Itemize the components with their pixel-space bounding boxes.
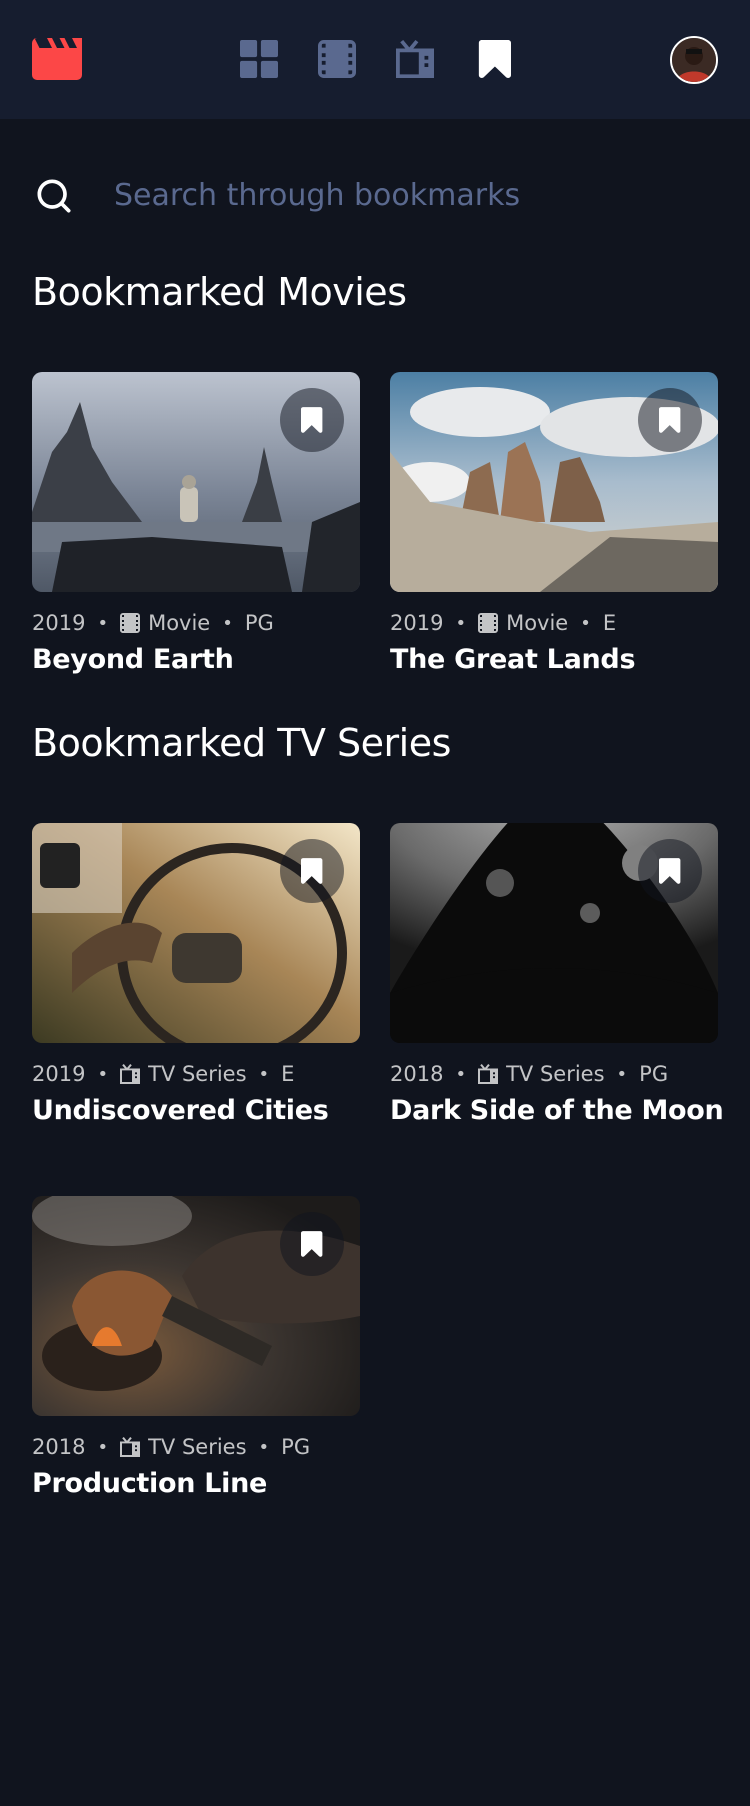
card-rating: PG (244, 611, 274, 635)
card-category: Movie (148, 611, 211, 635)
separator-dot: • (222, 612, 233, 634)
card-year: 2019 (390, 611, 444, 635)
bookmark-toggle-button[interactable] (280, 388, 344, 452)
card-rating: E (281, 1062, 295, 1086)
card-year: 2019 (32, 611, 86, 635)
card-meta: 2018 • TV Series • PG (32, 1434, 360, 1460)
bookmark-toggle-button[interactable] (638, 388, 702, 452)
card-meta: 2019 • Movie • E (390, 610, 718, 636)
top-nav-bar (0, 0, 750, 119)
film-category-icon (120, 613, 141, 633)
card-title[interactable]: Production Line (32, 1468, 360, 1499)
separator-dot: • (616, 1063, 628, 1085)
card-rating: PG (639, 1062, 669, 1086)
film-category-icon (478, 613, 499, 633)
tv-category-icon (120, 1064, 141, 1084)
separator-dot: • (97, 1063, 109, 1085)
separator-dot: • (97, 1436, 109, 1458)
media-card[interactable]: 2019 • TV Series • E Undiscovered Cities (32, 823, 360, 1126)
media-card[interactable]: 2018 • TV Series • PG Production Line (32, 1196, 360, 1499)
media-card[interactable]: 2019 • Movie • PG Beyond Earth (32, 372, 360, 675)
thumbnail[interactable] (390, 823, 718, 1043)
tv-icon[interactable] (396, 40, 434, 78)
card-year: 2018 (32, 1435, 86, 1459)
thumbnail[interactable] (32, 372, 360, 592)
tv-category-icon (478, 1064, 499, 1084)
search-bar (32, 164, 718, 224)
separator-dot: • (455, 1063, 467, 1085)
user-avatar[interactable] (670, 36, 718, 84)
separator-dot: • (580, 612, 591, 634)
bookmark-filled-icon (301, 858, 323, 884)
bookmark-filled-icon (301, 1231, 323, 1257)
separator-dot: • (258, 1436, 270, 1458)
film-icon[interactable] (318, 40, 356, 78)
card-title[interactable]: Dark Side of the Moon (390, 1095, 724, 1126)
search-input[interactable] (112, 168, 716, 222)
card-rating: E (602, 611, 617, 635)
section-title-tv-series: Bookmarked TV Series (32, 721, 451, 765)
card-category: Movie (506, 611, 569, 635)
card-title[interactable]: The Great Lands (390, 644, 718, 675)
thumbnail[interactable] (32, 1196, 360, 1416)
card-year: 2019 (32, 1062, 86, 1086)
section-title-movies: Bookmarked Movies (32, 270, 407, 314)
media-card[interactable]: 2018 • TV Series • PG Dark Side of the M… (390, 823, 724, 1126)
card-title[interactable]: Beyond Earth (32, 644, 360, 675)
grid-icon[interactable] (240, 40, 278, 78)
bookmark-filled-icon (659, 407, 681, 433)
separator-dot: • (455, 612, 467, 634)
bookmark-toggle-button[interactable] (638, 839, 702, 903)
tv-category-icon (120, 1437, 141, 1457)
search-icon (37, 179, 71, 213)
card-year: 2018 (390, 1062, 444, 1086)
card-category: TV Series (506, 1062, 605, 1086)
movie-logo-icon[interactable] (32, 38, 82, 80)
card-meta: 2019 • Movie • PG (32, 610, 360, 636)
card-title[interactable]: Undiscovered Cities (32, 1095, 360, 1126)
bookmark-filled-icon (659, 858, 681, 884)
bookmark-toggle-button[interactable] (280, 1212, 344, 1276)
card-rating: PG (281, 1435, 311, 1459)
separator-dot: • (258, 1063, 270, 1085)
card-meta: 2018 • TV Series • PG (390, 1061, 718, 1087)
card-category: TV Series (148, 1435, 247, 1459)
bookmark-nav-icon[interactable] (476, 40, 514, 78)
card-category: TV Series (148, 1062, 247, 1086)
media-card[interactable]: 2019 • Movie • E The Great Lands (390, 372, 718, 675)
separator-dot: • (97, 612, 109, 634)
bookmark-filled-icon (301, 407, 323, 433)
bookmark-toggle-button[interactable] (280, 839, 344, 903)
thumbnail[interactable] (32, 823, 360, 1043)
thumbnail[interactable] (390, 372, 718, 592)
card-meta: 2019 • TV Series • E (32, 1061, 360, 1087)
